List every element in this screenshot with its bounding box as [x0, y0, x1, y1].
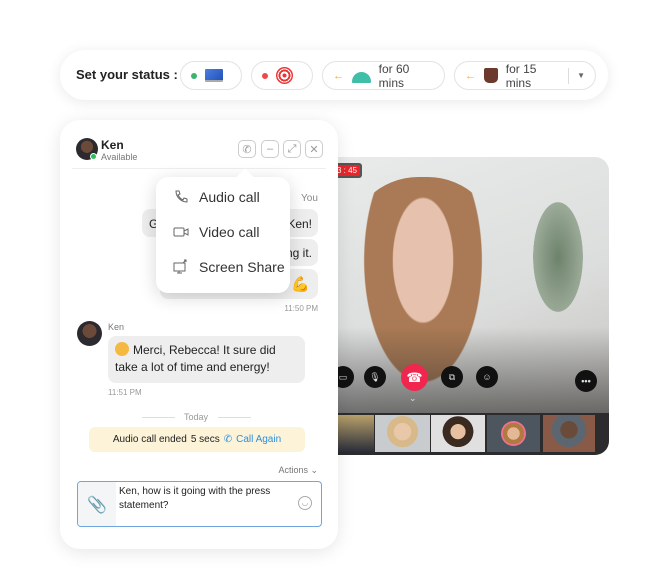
screen-share-icon: ⧉	[448, 371, 456, 382]
participant-thumbnail[interactable]	[543, 415, 595, 452]
phone-icon: ✆	[242, 143, 252, 156]
day-divider: Today	[184, 412, 209, 422]
end-call-button[interactable]: ☎	[401, 364, 428, 391]
serving-bell-icon	[352, 71, 371, 83]
minimize-icon: –	[266, 143, 274, 155]
contact-name: Ken	[101, 138, 124, 152]
call-timer: 3 : 45	[338, 163, 362, 178]
camera-icon: ▭	[338, 371, 348, 382]
paperclip-icon: 📎	[87, 497, 107, 514]
divider	[568, 67, 570, 84]
microphone-icon: 🎙	[369, 371, 381, 382]
call-duration: 5 secs	[190, 434, 220, 445]
participant-thumbnail[interactable]	[338, 415, 374, 452]
actions-label: Actions	[278, 465, 308, 475]
more-icon: •••	[581, 376, 591, 386]
menu-item-label: Screen Share	[199, 259, 285, 275]
call-again-link[interactable]: Call Again	[236, 434, 281, 445]
grinning-face-icon	[115, 342, 129, 356]
screen-share-button[interactable]: ⧉	[441, 366, 463, 388]
plant-image	[533, 202, 583, 312]
you-label: You	[301, 193, 318, 204]
call-button[interactable]: ✆	[238, 140, 256, 158]
status-duration: for 15 mins	[505, 61, 537, 90]
menu-item-label: Video call	[199, 224, 260, 240]
screen-share-icon	[173, 259, 187, 274]
divider	[218, 417, 251, 418]
minimize-button[interactable]: –	[261, 140, 279, 158]
end-call-icon: ☎	[406, 369, 423, 385]
actions-dropdown[interactable]: Actions ⌄	[278, 465, 318, 476]
status-dot	[191, 72, 197, 79]
divider	[142, 417, 175, 418]
notice-text: Audio call ended	[112, 434, 187, 445]
sender-name: Ken	[108, 322, 125, 332]
mute-button[interactable]: 🎙	[364, 366, 386, 388]
expand-button[interactable]: ⤢	[283, 140, 301, 158]
online-indicator	[90, 153, 97, 160]
caret-down-icon[interactable]: ▼	[577, 71, 585, 80]
menu-item-audio-call[interactable]: Audio call	[173, 189, 260, 205]
chevron-down-icon[interactable]: ⌄	[409, 393, 417, 404]
more-button[interactable]: •••	[575, 370, 597, 392]
message-text: Merci, Rebecca! It sure did take a lot o…	[115, 343, 276, 374]
target-icon	[276, 67, 293, 84]
participant-strip	[338, 413, 609, 455]
status-option-lunch[interactable]: ← for 60 mins	[322, 61, 445, 90]
status-option-coffee[interactable]: ← for 15 mins ▼	[454, 61, 596, 90]
participant-thumbnail[interactable]	[431, 415, 485, 452]
arrow-left-icon: ←	[333, 69, 344, 82]
emoji-button[interactable]: ☺	[476, 366, 498, 388]
menu-item-video-call[interactable]: Video call	[173, 224, 259, 240]
header-divider	[72, 168, 326, 169]
expand-icon: ⤢	[287, 142, 297, 155]
timer-text: 3 : 45	[338, 165, 360, 176]
flexed-biceps-icon: 💪	[291, 276, 310, 293]
video-call-panel: 3 : 45 ▭ 🎙 ☎ ⌄ ⧉ ☺ •••	[338, 157, 609, 455]
status-option-available[interactable]	[180, 61, 242, 90]
contact-status: Available	[101, 152, 138, 162]
call-menu: Audio call Video call Screen Share	[156, 177, 290, 293]
avatar	[77, 321, 102, 346]
participant-avatar	[501, 421, 526, 446]
received-message: Merci, Rebecca! It sure did take a lot o…	[108, 336, 305, 383]
chat-window: Ken Available ✆ – ⤢ ✕ You G Ken! ng it. …	[60, 120, 338, 549]
emoji-icon[interactable]: ◡	[298, 496, 312, 510]
close-button[interactable]: ✕	[305, 140, 323, 158]
coffee-mug-icon	[484, 68, 498, 83]
message-text: Ken!	[287, 217, 312, 231]
participant-thumbnail[interactable]	[487, 415, 540, 452]
call-ended-notice: Audio call ended 5 secs ✆ Call Again	[89, 427, 305, 452]
status-dot	[262, 72, 268, 79]
message-input[interactable]: 📎 Ken, how is it going with the press st…	[77, 481, 322, 527]
participant-thumbnail[interactable]	[375, 415, 430, 452]
status-option-focus[interactable]	[251, 61, 313, 90]
message-time: 11:50 PM	[284, 304, 318, 313]
message-time: 11:51 PM	[108, 388, 142, 397]
laptop-icon	[205, 69, 223, 82]
status-duration: for 60 mins	[378, 61, 410, 90]
menu-item-screen-share[interactable]: Screen Share	[173, 259, 285, 275]
arrow-left-icon: ←	[465, 69, 476, 82]
message-input-text[interactable]: Ken, how is it going with the press stat…	[119, 485, 289, 513]
video-camera-icon	[173, 227, 189, 237]
phone-icon	[175, 190, 188, 203]
status-label: Set your status :	[76, 67, 178, 82]
attach-button[interactable]: 📎	[78, 482, 116, 526]
status-bar: Set your status : ← for 60 mins ← for 15…	[60, 50, 608, 100]
phone-icon: ✆	[223, 434, 233, 445]
close-icon: ✕	[309, 143, 319, 156]
menu-item-label: Audio call	[199, 189, 260, 205]
emoji-icon: ☺	[482, 372, 492, 382]
